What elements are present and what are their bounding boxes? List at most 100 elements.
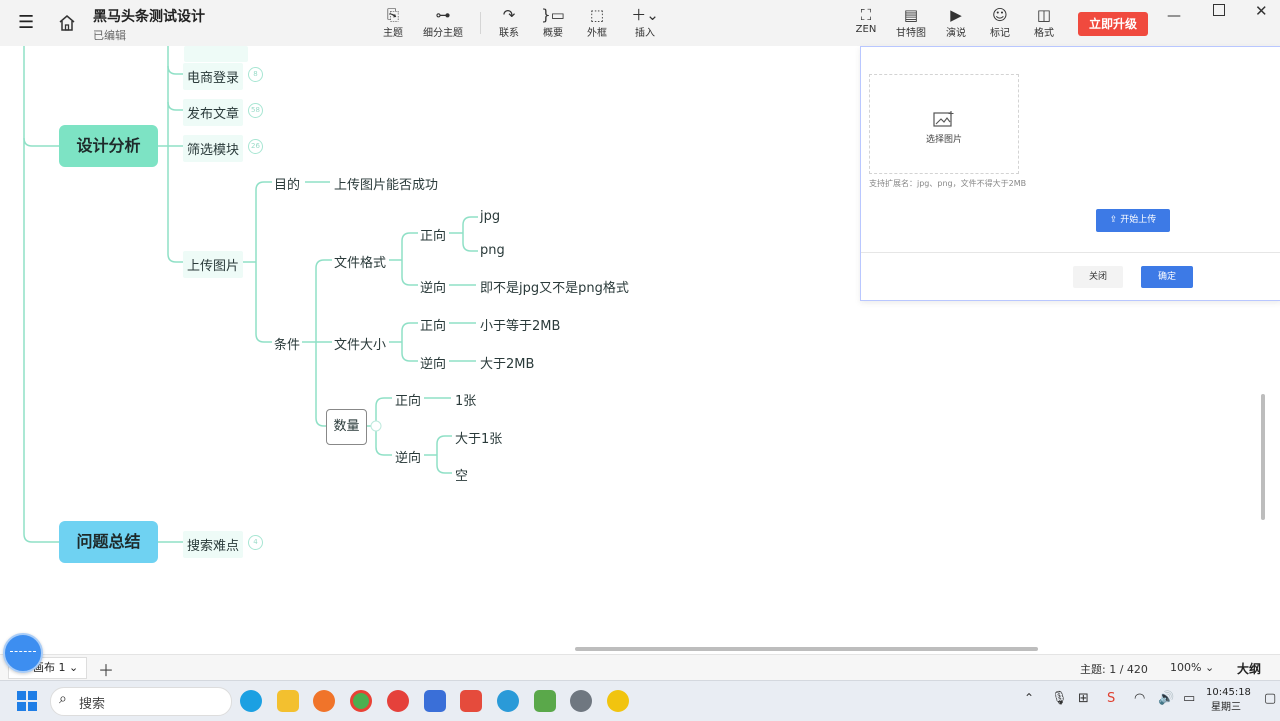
- document-status: 已编辑: [93, 29, 126, 42]
- node-size-le-2mb[interactable]: 小于等于2MB: [480, 315, 560, 334]
- taskbar-search[interactable]: ⌕ 搜索: [50, 687, 232, 716]
- system-clock[interactable]: 10:45:18 星期三: [1206, 687, 1251, 713]
- dialog-divider: [861, 252, 1280, 253]
- relation-button[interactable]: ↷ 联系: [496, 6, 522, 39]
- floating-assistant-button[interactable]: [3, 633, 43, 673]
- app-chat-icon[interactable]: [497, 690, 519, 712]
- search-icon: ⌕: [59, 691, 67, 707]
- zoom-select[interactable]: 100% ⌄: [1170, 661, 1214, 674]
- node-more-than-one[interactable]: 大于1张: [455, 428, 502, 447]
- topic-icon: ⎘: [386, 6, 399, 24]
- windows-taskbar: ⌕ 搜索 ⌃ 🎙 ⊞ S ◠ 🔊 ▭ 10:45:18 星期三 ▢: [0, 680, 1280, 721]
- battery-icon[interactable]: ▭: [1183, 691, 1195, 706]
- firefox-icon[interactable]: [313, 690, 335, 712]
- node-negative[interactable]: 逆向: [395, 447, 421, 466]
- outline-button[interactable]: 大纲: [1237, 660, 1261, 677]
- node-not-jpg-png[interactable]: 即不是jpg又不是png格式: [480, 277, 629, 296]
- node-positive[interactable]: 正向: [395, 390, 421, 409]
- toolbar-divider: [480, 12, 481, 34]
- collapse-count-badge[interactable]: 26: [248, 139, 263, 154]
- home-icon[interactable]: [58, 14, 76, 36]
- node-one-image[interactable]: 1张: [455, 390, 476, 409]
- close-window-icon[interactable]: ✕: [1255, 2, 1268, 20]
- summary-icon: }▭: [541, 6, 565, 24]
- app-green-icon[interactable]: [534, 690, 556, 712]
- node-ecommerce-login[interactable]: 电商登录: [183, 63, 244, 90]
- maximize-icon[interactable]: [1213, 4, 1225, 16]
- gantt-button[interactable]: ▤ 甘特图: [893, 6, 929, 39]
- edge-icon[interactable]: [240, 690, 262, 712]
- node-negative[interactable]: 逆向: [420, 353, 446, 372]
- node-file-size[interactable]: 文件大小: [334, 334, 386, 353]
- boundary-button[interactable]: ⬚ 外框: [584, 6, 610, 39]
- minimize-icon[interactable]: —: [1167, 8, 1181, 24]
- ime-icon[interactable]: S: [1107, 691, 1115, 706]
- node-search-difficulty[interactable]: 搜索难点: [183, 531, 244, 558]
- upload-icon: ⇪: [1109, 215, 1121, 225]
- main-node-design-analysis[interactable]: 设计分析: [59, 125, 158, 167]
- topic-counter: 主题: 1 / 420: [1080, 663, 1148, 676]
- image-icon: [933, 110, 955, 132]
- clock-app-icon[interactable]: [570, 690, 592, 712]
- main-node-problem-summary[interactable]: 问题总结: [59, 521, 158, 563]
- file-explorer-icon[interactable]: [277, 690, 299, 712]
- node-file-format[interactable]: 文件格式: [334, 252, 386, 271]
- collapse-count-badge[interactable]: 8: [248, 67, 263, 82]
- present-button[interactable]: ▶ 演说: [943, 6, 969, 39]
- node-positive[interactable]: 正向: [420, 315, 446, 334]
- add-sheet-icon[interactable]: ＋: [98, 657, 114, 681]
- chrome-icon[interactable]: [350, 690, 372, 712]
- xmind-icon[interactable]: [460, 690, 482, 712]
- node-count-selected[interactable]: 数量: [326, 409, 367, 445]
- horizontal-scrollbar[interactable]: [575, 647, 1038, 651]
- wifi-icon[interactable]: ◠: [1134, 691, 1145, 706]
- node-png[interactable]: png: [480, 243, 505, 258]
- node-purpose-value[interactable]: 上传图片能否成功: [334, 174, 438, 193]
- boundary-icon: ⬚: [589, 6, 605, 24]
- node-purpose[interactable]: 目的: [274, 174, 300, 193]
- node-jpg[interactable]: jpg: [480, 209, 500, 224]
- summary-button[interactable]: }▭ 概要: [540, 6, 566, 39]
- dialog-close-button[interactable]: 关闭: [1073, 266, 1123, 288]
- zen-button[interactable]: ⛶ ZEN: [853, 6, 879, 35]
- menu-icon[interactable]: ☰: [18, 14, 34, 32]
- chevron-down-icon: ⌄: [1201, 661, 1215, 674]
- app-blue-icon[interactable]: [424, 690, 446, 712]
- network-icon[interactable]: ⊞: [1078, 691, 1089, 706]
- chevron-down-icon: ⌄: [65, 661, 79, 674]
- notification-icon[interactable]: ▢: [1264, 691, 1276, 706]
- subtopic-button[interactable]: ⊶ 细分主题: [420, 6, 466, 39]
- dialog-confirm-button[interactable]: 确定: [1141, 266, 1193, 288]
- document-title[interactable]: 黑马头条测试设计: [93, 6, 205, 26]
- zen-icon: ⛶: [860, 6, 872, 24]
- node-size-gt-2mb[interactable]: 大于2MB: [480, 353, 534, 372]
- microphone-icon[interactable]: 🎙: [1051, 691, 1068, 706]
- title-bar: ☰ 黑马头条测试设计 已编辑 ⎘ 主题 ⊶ 细分主题 ↷ 联系 }▭ 概要 ⬚ 外框 ＋⌄…: [0, 0, 1280, 46]
- insert-button[interactable]: ＋⌄ 插入: [630, 6, 660, 39]
- node-condition[interactable]: 条件: [274, 334, 300, 353]
- marker-icon: ☺: [992, 6, 1008, 24]
- upgrade-button[interactable]: 立即升级: [1078, 12, 1148, 36]
- node-empty[interactable]: 空: [455, 465, 468, 484]
- format-button[interactable]: ◫ 格式: [1031, 6, 1057, 39]
- start-upload-button[interactable]: ⇪ 开始上传: [1096, 209, 1170, 232]
- select-image-area[interactable]: 选择图片: [869, 74, 1019, 174]
- upload-image-dialog: 选择图片 支持扩展名：jpg、png，文件不得大于2MB ⇪ 开始上传 关闭 确…: [860, 46, 1280, 301]
- collapse-count-badge[interactable]: 4: [248, 535, 263, 550]
- marker-button[interactable]: ☺ 标记: [987, 6, 1013, 39]
- windows-start-icon[interactable]: [17, 691, 37, 715]
- node-publish-article[interactable]: 发布文章: [183, 99, 244, 126]
- app-red-icon[interactable]: [387, 690, 409, 712]
- chevron-up-icon[interactable]: ⌃: [1024, 691, 1034, 705]
- collapse-count-badge[interactable]: 58: [248, 103, 263, 118]
- volume-icon[interactable]: 🔊: [1158, 691, 1174, 706]
- vertical-scrollbar[interactable]: [1261, 394, 1265, 520]
- app-yellow-icon[interactable]: [607, 690, 629, 712]
- select-image-label: 选择图片: [925, 135, 962, 145]
- node-negative[interactable]: 逆向: [420, 277, 446, 296]
- topic-button[interactable]: ⎘ 主题: [380, 6, 406, 39]
- node-filter-module[interactable]: 筛选模块: [183, 135, 244, 162]
- mindmap-node[interactable]: [184, 46, 248, 62]
- node-positive[interactable]: 正向: [420, 225, 446, 244]
- node-upload-image[interactable]: 上传图片: [183, 251, 244, 278]
